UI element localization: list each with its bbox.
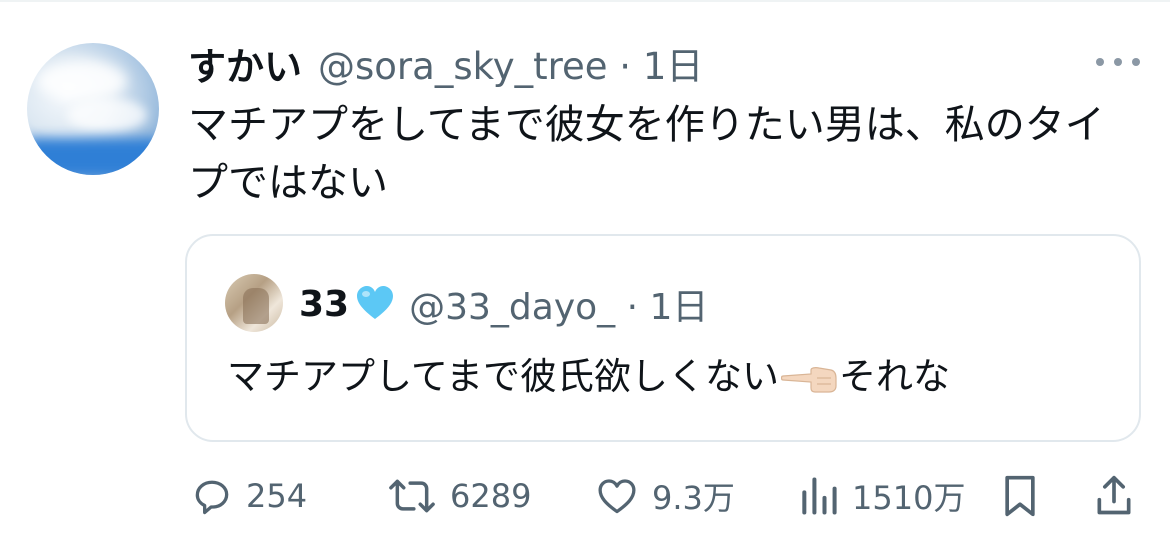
backhand-index-pointing-left-icon	[781, 366, 837, 393]
action-bar: 254 6289 9.3万 1510万	[0, 466, 1170, 526]
quoted-tweet-header: 33 @33_dayo_ · 1日	[299, 278, 708, 330]
like-button[interactable]: 9.3万	[594, 466, 735, 526]
retweet-count: 6289	[450, 477, 532, 515]
avatar-figure	[243, 288, 269, 324]
quoted-text-part: それな	[839, 355, 951, 398]
share-button[interactable]	[1092, 466, 1136, 526]
more-dot	[1132, 58, 1140, 66]
reply-icon	[195, 480, 229, 515]
avatar-sky	[27, 138, 159, 175]
quoted-author-avatar[interactable]	[225, 274, 283, 332]
avatar-cloud	[37, 61, 127, 101]
views-count: 1510万	[852, 479, 966, 517]
more-horizontal-icon[interactable]	[1096, 56, 1140, 68]
more-dot	[1096, 58, 1104, 66]
top-divider	[0, 0, 1170, 2]
author-display-name[interactable]: すかい	[188, 36, 302, 91]
views-button[interactable]: 1510万	[798, 466, 965, 526]
quoted-text-part: マチアプしてまで彼氏欲しくない	[227, 355, 780, 398]
retweet-icon	[389, 479, 435, 513]
author-handle-and-time[interactable]: @sora_sky_tree · 1日	[318, 36, 703, 90]
like-count: 9.3万	[652, 479, 735, 517]
quoted-author-display-name[interactable]: 33	[299, 284, 349, 325]
light-blue-heart-icon	[357, 286, 394, 319]
tweet-header: すかい @sora_sky_tree · 1日	[188, 36, 703, 91]
bookmark-button[interactable]	[998, 466, 1042, 526]
more-dot	[1114, 58, 1122, 66]
like-icon	[598, 479, 636, 514]
share-icon	[1097, 475, 1131, 515]
avatar-cloud	[67, 98, 147, 132]
author-avatar[interactable]	[27, 43, 159, 175]
views-icon	[802, 477, 837, 515]
reply-count: 254	[246, 477, 308, 515]
quoted-tweet-card[interactable]: 33 @33_dayo_ · 1日 マチアプしてまで彼氏欲しくない それな	[185, 234, 1141, 442]
bookmark-icon	[1005, 475, 1035, 517]
quoted-tweet-text: マチアプしてまで彼氏欲しくない それな	[227, 349, 950, 405]
retweet-button[interactable]: 6289	[386, 466, 531, 526]
reply-button[interactable]: 254	[190, 466, 307, 526]
quoted-author-handle-and-time[interactable]: @33_dayo_ · 1日	[409, 278, 708, 330]
tweet-text: マチアプをしてまで彼女を作りたい男は、私のタイプではない	[188, 102, 1105, 206]
